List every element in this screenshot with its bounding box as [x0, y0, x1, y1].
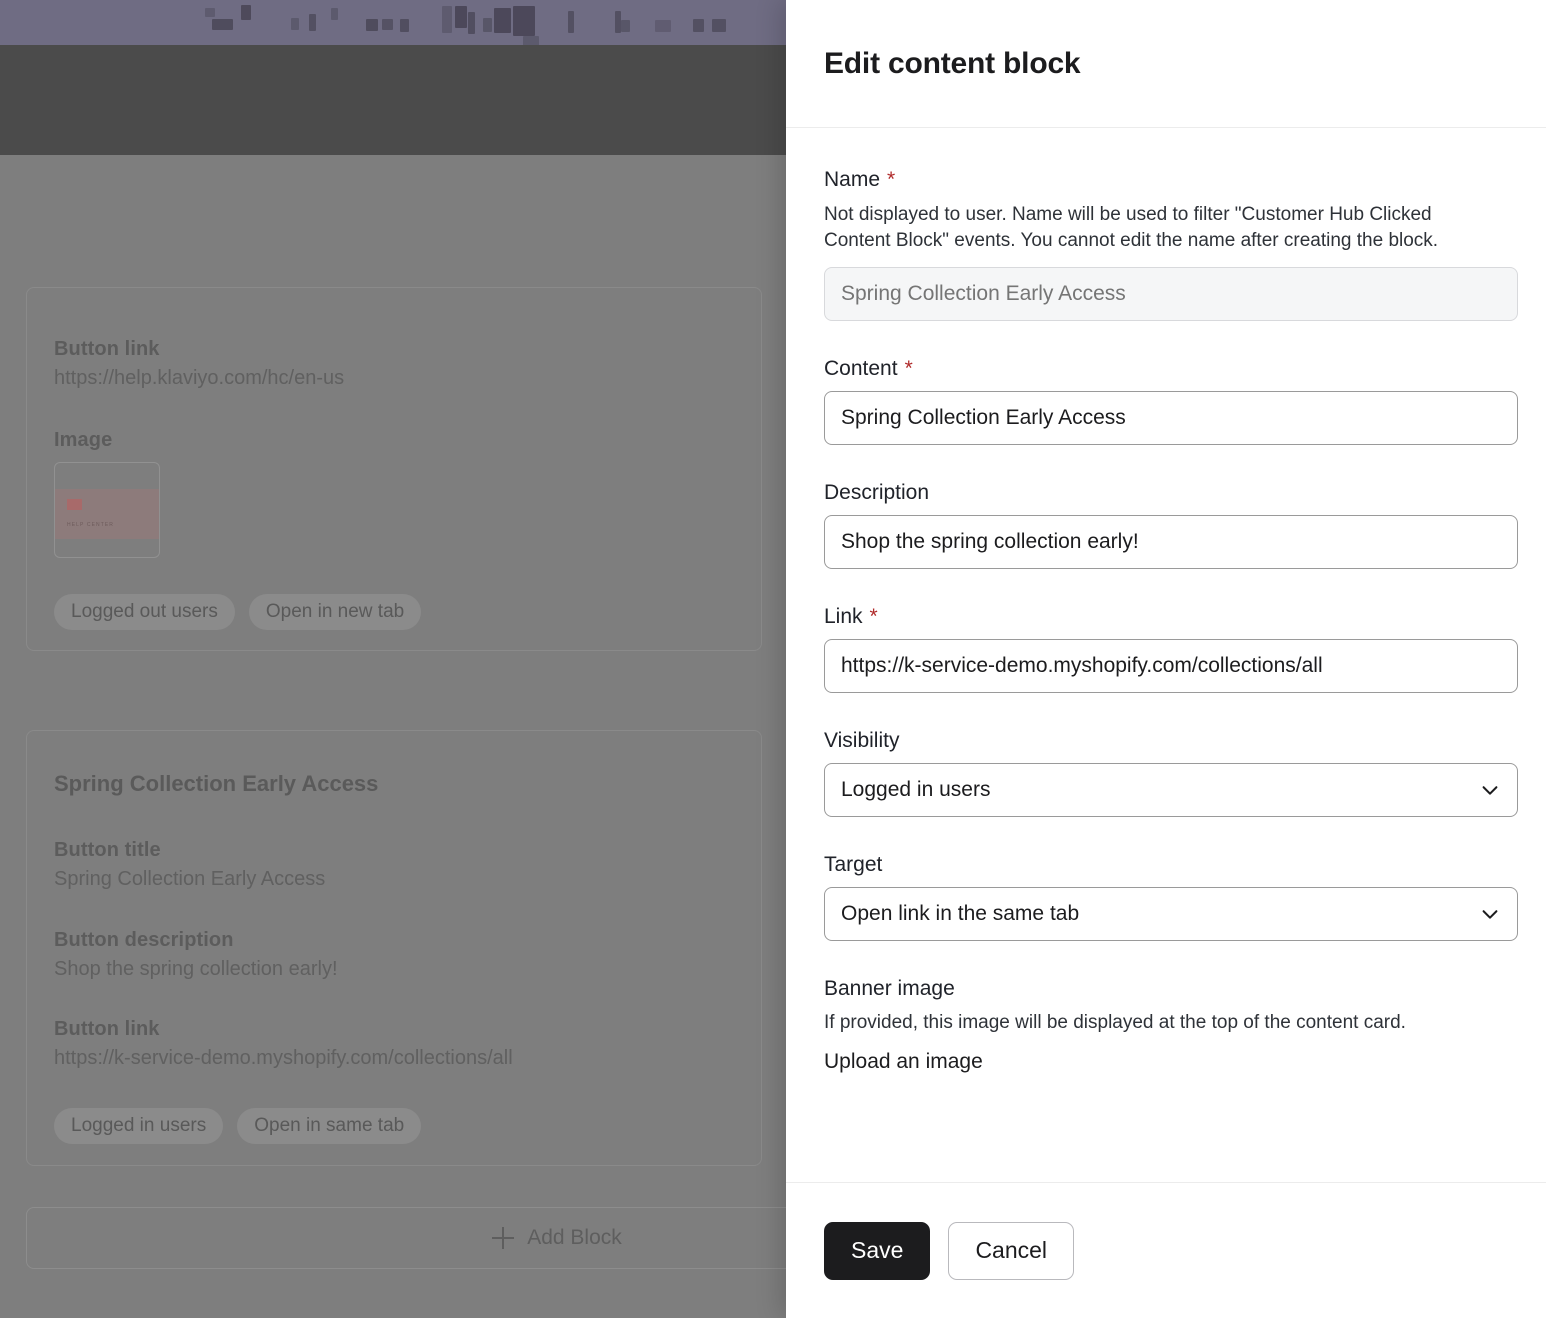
- field-label: Image: [54, 429, 113, 451]
- required-asterisk: *: [904, 357, 913, 381]
- target-pill: Open in new tab: [248, 594, 422, 630]
- target-selected-value: Open link in the same tab: [841, 902, 1080, 926]
- name-label: Name: [824, 168, 881, 191]
- target-label: Target: [824, 853, 883, 877]
- link-label-row: Link *: [824, 605, 1508, 629]
- content-input[interactable]: [824, 391, 1518, 446]
- field-group-name: Name * Not displayed to user. Name will …: [824, 168, 1518, 322]
- link-label: Link: [824, 605, 863, 629]
- field-value: Spring Collection Early Access: [54, 868, 326, 890]
- cancel-button[interactable]: Cancel: [948, 1221, 1075, 1280]
- add-block-label: Add Block: [527, 1226, 622, 1249]
- field-group-content: Content *: [824, 357, 1518, 446]
- required-asterisk: *: [887, 168, 896, 191]
- field-value: https://help.klaviyo.com/hc/en-us: [54, 367, 345, 389]
- upload-image-button[interactable]: Upload an image: [824, 1050, 1508, 1074]
- link-input[interactable]: [824, 639, 1518, 694]
- content-block-card[interactable]: Spring Collection Early Access Button ti…: [26, 730, 762, 1166]
- description-input[interactable]: [824, 515, 1518, 570]
- name-label-row: Name *: [824, 168, 1508, 192]
- name-help-text: Not displayed to user. Name will be used…: [824, 204, 1439, 252]
- visibility-pill: Logged in users: [54, 1108, 224, 1144]
- block-image-thumbnail[interactable]: HELP CENTER: [54, 462, 160, 558]
- panel-header: Edit content block: [786, 0, 1546, 128]
- field-label: Button description: [54, 929, 234, 951]
- brand-logo-icon: [67, 499, 82, 510]
- target-select[interactable]: Open link in the same tab: [824, 887, 1518, 942]
- page-title: Edit content block: [824, 46, 1081, 80]
- content-label-row: Content *: [824, 357, 1508, 381]
- thumbnail-caption: HELP CENTER: [67, 522, 115, 528]
- content-block-card[interactable]: Button link https://help.klaviyo.com/hc/…: [26, 287, 762, 651]
- name-input[interactable]: [824, 267, 1518, 322]
- visibility-select[interactable]: Logged in users: [824, 763, 1518, 818]
- visibility-label: Visibility: [824, 729, 900, 753]
- description-label: Description: [824, 481, 930, 505]
- banner-image-label: Banner image: [824, 977, 955, 1001]
- field-group-visibility: Visibility Logged in users: [824, 729, 1518, 818]
- field-group-description: Description: [824, 481, 1518, 570]
- visibility-label-row: Visibility: [824, 729, 1508, 753]
- save-button[interactable]: Save: [824, 1221, 931, 1280]
- field-group-target: Target Open link in the same tab: [824, 853, 1518, 942]
- target-label-row: Target: [824, 853, 1508, 877]
- visibility-select-wrap: Logged in users: [824, 763, 1518, 818]
- field-group-banner-image: Banner image If provided, this image wil…: [824, 977, 1508, 1074]
- target-select-wrap: Open link in the same tab: [824, 887, 1518, 942]
- card-title: Spring Collection Early Access: [54, 771, 379, 796]
- visibility-selected-value: Logged in users: [841, 778, 991, 802]
- required-asterisk: *: [869, 605, 878, 629]
- field-label: Button link: [54, 1018, 160, 1040]
- edit-content-block-panel: Edit content block Name * Not displayed …: [786, 0, 1546, 1318]
- panel-footer: Save Cancel: [786, 1182, 1546, 1318]
- panel-body: Name * Not displayed to user. Name will …: [786, 128, 1546, 1182]
- banner-image-help: If provided, this image will be displaye…: [824, 1012, 1406, 1034]
- plus-icon: [492, 1227, 515, 1249]
- screen-root: Button link https://help.klaviyo.com/hc/…: [0, 0, 1546, 1318]
- target-pill: Open in same tab: [237, 1108, 422, 1144]
- field-label: Button link: [54, 338, 160, 360]
- description-label-row: Description: [824, 481, 1508, 505]
- field-label: Button title: [54, 839, 161, 861]
- field-value: Shop the spring collection early!: [54, 958, 338, 980]
- visibility-pill: Logged out users: [54, 594, 235, 630]
- field-value: https://k-service-demo.myshopify.com/col…: [54, 1047, 513, 1069]
- field-group-link: Link *: [824, 605, 1518, 694]
- content-label: Content: [824, 357, 898, 381]
